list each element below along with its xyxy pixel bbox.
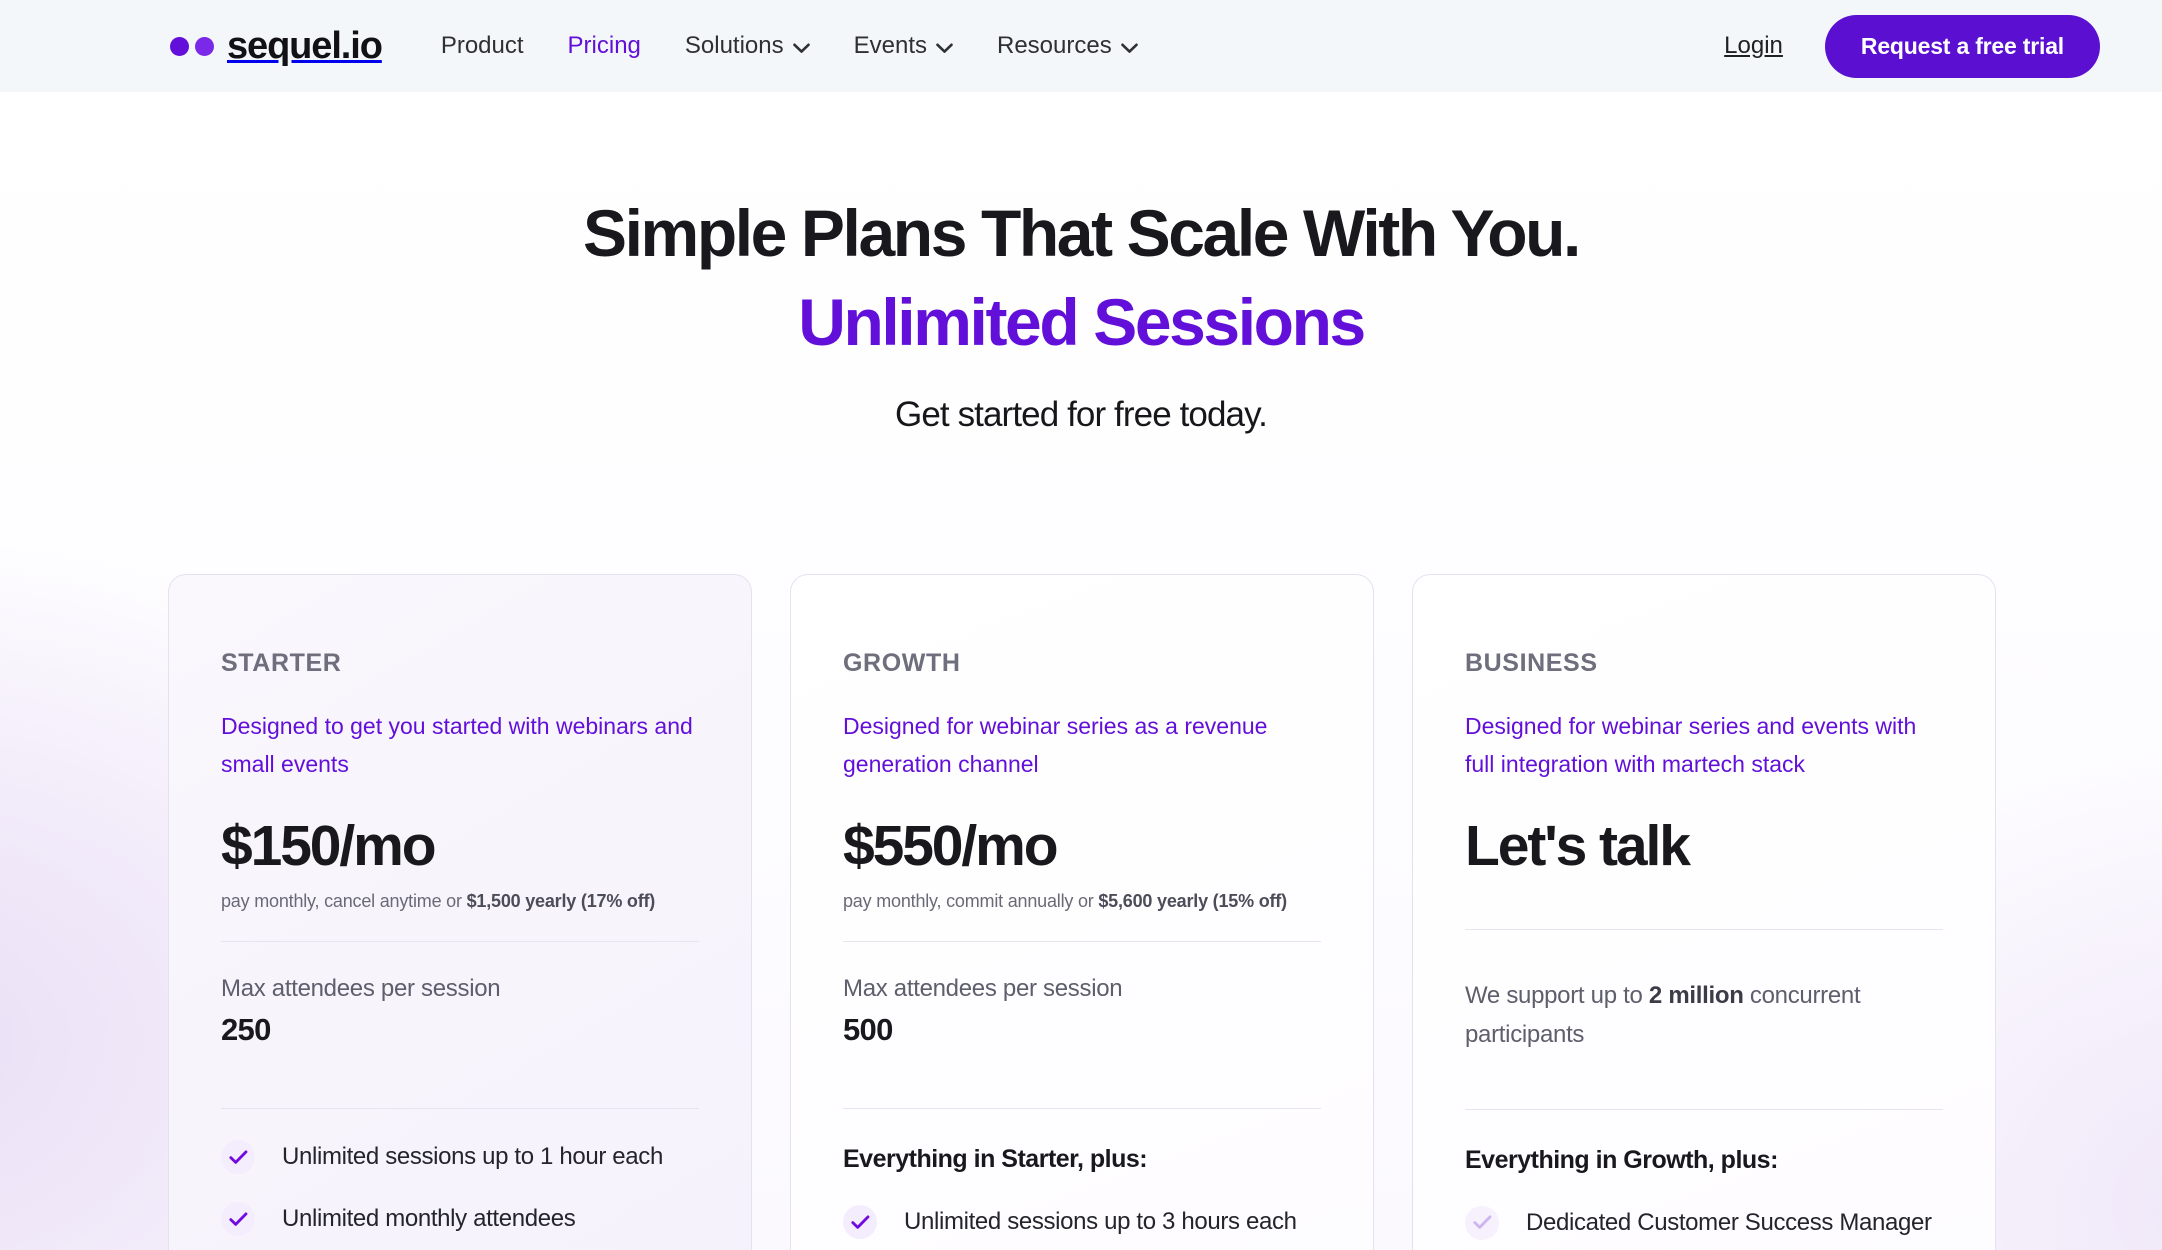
feature-label: Dedicated Customer Success Manager [1526,1208,1932,1236]
feature-list: Unlimited sessions up to 3 hours each [843,1205,1321,1240]
nav-item-events[interactable]: Events [832,22,975,70]
request-free-trial-button[interactable]: Request a free trial [1824,14,2100,78]
support-capacity-text: We support up to 2 million concurrent pa… [1465,977,1943,1055]
pricing-card-starter[interactable]: STARTER Designed to get you started with… [168,574,752,1250]
nav-item-product[interactable]: Product [419,22,546,70]
nav-item-label: Resources [997,32,1112,59]
chevron-down-icon [1120,43,1138,54]
hero-title-line2: Unlimited Sessions [798,285,1366,360]
divider [221,941,699,943]
nav-item-solutions[interactable]: Solutions [663,22,832,70]
chevron-down-icon [792,43,810,54]
feature-label: Unlimited sessions up to 1 hour each [282,1143,663,1171]
hero-title-line1: Simple Plans That Scale With You. [582,196,1581,270]
divider [1465,1108,1943,1110]
nav-item-resources[interactable]: Resources [975,22,1160,70]
list-item: Unlimited sessions up to 3 hours each [843,1205,1321,1240]
nav-item-label: Events [853,32,927,59]
logo-dot-right [195,36,214,56]
check-icon [221,1202,255,1237]
plan-description: Designed to get you started with webinar… [221,713,693,778]
max-attendees-label: Max attendees per session [843,975,1123,1003]
logo[interactable]: sequel.io [170,25,383,67]
check-icon [1465,1205,1499,1240]
max-attendees-label: Max attendees per session [221,975,501,1003]
pricing-cards: STARTER Designed to get you started with… [168,574,1996,1250]
plan-description: Designed for webinar series as a revenue… [843,713,1268,778]
logo-dot-left [170,36,189,56]
support-strong: 2 million [1648,982,1744,1010]
two-dots-logo-icon [170,36,214,56]
nav-item-label: Pricing [567,32,641,59]
plan-billing-note: pay monthly, cancel anytime or $1,500 ye… [221,891,699,912]
chevron-down-icon [936,43,953,54]
nav-item-label: Solutions [684,32,784,59]
main-nav: Product Pricing Solutions Events Resourc… [419,22,1160,70]
max-attendees-value: 250 [221,1012,271,1048]
pricing-card-business[interactable]: BUSINESS Designed for webinar series and… [1412,574,1996,1250]
max-attendees-value: 500 [843,1012,893,1048]
site-header: sequel.io Product Pricing Solutions Even… [0,0,2162,92]
pricing-card-growth[interactable]: GROWTH Designed for webinar series as a … [790,574,1374,1250]
hero-subtitle: Get started for free today. [895,394,1268,434]
plan-price: $150/mo [221,814,437,879]
support-prefix: We support up to [1465,982,1649,1010]
login-link[interactable]: Login [1704,22,1803,70]
divider [1465,929,1943,931]
page-title: Simple Plans That Scale With You. Unlimi… [0,199,2162,360]
list-item: Dedicated Customer Success Manager [1465,1205,1943,1240]
header-actions: Login Request a free trial [1704,14,2100,78]
hero-section: Simple Plans That Scale With You. Unlimi… [0,92,2162,435]
plan-name: GROWTH [843,649,961,677]
plan-note-prefix: pay monthly, commit annually or [843,891,1099,912]
check-icon [221,1140,255,1175]
plan-billing-note: pay monthly, commit annually or $5,600 y… [843,891,1321,912]
plan-note-strong: $1,500 yearly (17% off) [466,891,656,912]
plan-note-prefix: pay monthly, cancel anytime or [221,891,467,912]
list-item: Unlimited monthly attendees [221,1202,699,1237]
feature-label: Unlimited monthly attendees [282,1205,576,1233]
plan-description: Designed for webinar series and events w… [1465,713,1917,778]
plus-heading: Everything in Starter, plus: [843,1145,1148,1174]
plan-name: STARTER [221,649,342,677]
nav-item-label: Product [440,32,524,59]
divider [221,1108,699,1110]
plus-heading: Everything in Growth, plus: [1465,1145,1778,1174]
logo-text: sequel.io [227,25,383,67]
check-icon [843,1205,877,1240]
plan-note-strong: $5,600 yearly (15% off) [1098,891,1287,912]
feature-label: Unlimited sessions up to 3 hours each [904,1208,1297,1236]
list-item: Unlimited sessions up to 1 hour each [221,1140,699,1175]
nav-item-pricing[interactable]: Pricing [546,22,663,70]
feature-list: Dedicated Customer Success Manager [1465,1205,1943,1240]
plan-name: BUSINESS [1465,649,1598,677]
plan-price: $550/mo [843,814,1059,879]
divider [843,941,1321,943]
feature-list: Unlimited sessions up to 1 hour each Unl… [221,1140,699,1237]
plan-price: Let's talk [1465,814,1691,879]
divider [843,1108,1321,1110]
